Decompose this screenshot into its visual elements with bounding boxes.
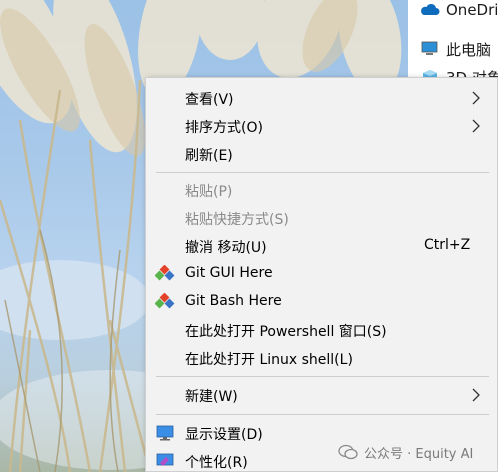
menu-item-git-bash[interactable]: Git Bash Here	[146, 288, 497, 316]
menu-item-label: Git Bash Here	[185, 293, 282, 309]
menu-item-label: 撤消 移动(U)	[185, 240, 267, 256]
menu-item-label: 在此处打开 Powershell 窗口(S)	[185, 324, 387, 340]
menu-item-open-powershell[interactable]: 在此处打开 Powershell 窗口(S)	[146, 316, 497, 344]
menu-item-sort-by[interactable]: 排序方式(O)	[146, 112, 497, 140]
menu-item-new[interactable]: 新建(W)	[146, 381, 497, 409]
wechat-icon	[338, 444, 358, 460]
nav-item-label: 此电脑	[446, 40, 492, 59]
onedrive-cloud-icon	[421, 3, 440, 16]
menu-item-label: 刷新(E)	[185, 148, 233, 164]
menu-item-label: 个性化(R)	[185, 455, 248, 471]
menu-item-undo-move[interactable]: 撤消 移动(U) Ctrl+Z	[146, 232, 497, 260]
menu-item-open-linux-shell[interactable]: 在此处打开 Linux shell(L)	[146, 344, 497, 372]
menu-item-label: 显示设置(D)	[185, 427, 263, 443]
watermark-text: 公众号 · Equity AI	[364, 446, 474, 462]
git-gui-icon	[155, 265, 175, 281]
chevron-right-icon	[472, 388, 480, 402]
menu-item-label: 在此处打开 Linux shell(L)	[185, 352, 353, 368]
chevron-right-icon	[472, 91, 480, 105]
chevron-right-icon	[472, 119, 480, 133]
menu-separator	[156, 172, 489, 173]
menu-item-paste[interactable]: 粘贴(P)	[146, 176, 497, 204]
menu-item-label: 查看(V)	[185, 92, 234, 108]
nav-item-label: OneDrive	[446, 1, 498, 19]
menu-item-shortcut: Ctrl+Z	[424, 237, 471, 253]
menu-item-view[interactable]: 查看(V)	[146, 84, 497, 112]
nav-item-this-pc[interactable]: 此电脑	[420, 36, 491, 62]
menu-item-label: 新建(W)	[185, 389, 238, 405]
menu-item-label: 粘贴(P)	[185, 184, 233, 200]
desktop-context-menu: 查看(V) 排序方式(O) 刷新(E) 粘贴(P) 粘贴快捷方式(S) 撤消 移…	[145, 77, 498, 472]
menu-item-git-gui[interactable]: Git GUI Here	[146, 260, 497, 288]
git-bash-icon	[155, 293, 175, 309]
this-pc-icon	[421, 41, 438, 55]
menu-item-label: Git GUI Here	[185, 265, 273, 281]
menu-item-label: 粘贴快捷方式(S)	[185, 212, 289, 228]
menu-item-paste-shortcut[interactable]: 粘贴快捷方式(S)	[146, 204, 497, 232]
watermark: 公众号 · Equity AI	[338, 441, 473, 463]
menu-item-label: 排序方式(O)	[185, 120, 263, 136]
display-settings-icon	[156, 425, 174, 441]
nav-item-onedrive[interactable]: OneDrive	[420, 0, 498, 23]
personalize-icon	[156, 453, 174, 466]
menu-separator	[156, 414, 489, 415]
menu-item-refresh[interactable]: 刷新(E)	[146, 140, 497, 168]
menu-separator	[156, 376, 489, 377]
